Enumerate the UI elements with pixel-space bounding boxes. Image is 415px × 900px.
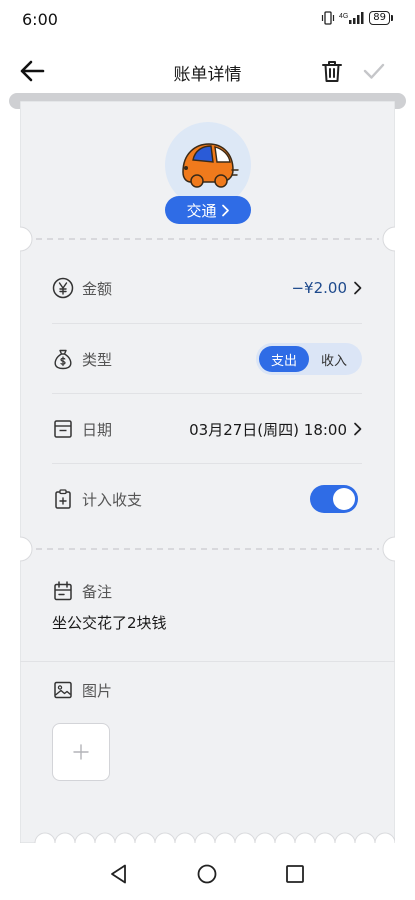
delete-button[interactable] [320,58,344,84]
trash-icon [322,61,342,82]
chevron-right-icon [354,422,362,436]
system-nav-bar [0,846,415,900]
nav-home-button[interactable] [195,862,219,886]
date-value-group[interactable]: 03月27日(周四) 18:00 [189,409,362,449]
car-icon [182,143,239,188]
app-header: 账单详情 [0,46,415,96]
type-toggle[interactable]: 支出 收入 [256,343,362,375]
nav-recents-button[interactable] [283,862,307,886]
yen-icon [52,277,74,299]
category-label: 交通 [186,201,217,220]
note-label: 备注 [82,582,113,601]
confirm-button[interactable] [360,58,388,84]
nav-back-button[interactable] [107,862,131,886]
note-text[interactable]: 坐公交花了2块钱 [52,612,167,633]
status-time: 6:00 [22,10,58,29]
date-value: 03月27日(周四) 18:00 [189,420,347,439]
check-icon [363,63,385,79]
chevron-right-icon [354,281,362,295]
type-label: 类型 [82,350,113,369]
photo-label: 图片 [82,681,113,700]
money-bag-icon [54,349,72,370]
date-row[interactable]: 日期 03月27日(周四) 18:00 [52,409,362,449]
include-toggle[interactable] [310,485,358,513]
amount-row[interactable]: 金额 −¥2.00 [52,268,362,308]
battery-icon: 89 [369,11,393,25]
include-row: 计入收支 [52,479,362,519]
battery-level: 89 [369,11,390,25]
plus-icon [73,744,89,760]
note-header: 备注 [52,571,362,611]
chevron-right-icon [221,204,229,216]
toggle-knob [333,488,355,510]
vibrate-icon [322,11,335,25]
notepad-icon [54,581,72,601]
type-option-expense[interactable]: 支出 [259,346,309,372]
divider [52,463,362,464]
status-icons: 4G 89 [321,11,393,25]
photo-header: 图片 [52,670,362,710]
image-icon [54,681,72,699]
type-row: 类型 支出 收入 [52,339,362,379]
status-bar: 6:00 4G 89 [0,0,415,40]
bill-card: 交通 金额 −¥2.00 类型 支出 收入 日期 03月27日(周四) 18:0… [20,101,395,843]
divider [52,323,362,324]
circle-home-icon [197,864,217,884]
amount-value: −¥2.00 [291,279,347,297]
svg-text:4G: 4G [339,13,348,20]
divider [20,661,395,662]
clipboard-icon [55,489,71,509]
category-button[interactable]: 交通 [165,196,251,224]
amount-label: 金额 [82,279,113,298]
calendar-icon [54,420,72,438]
include-label: 计入收支 [82,490,143,509]
add-photo-button[interactable] [52,723,110,781]
triangle-back-icon [111,864,126,884]
date-label: 日期 [82,420,113,439]
square-recents-icon [286,865,304,883]
page-title: 账单详情 [173,65,242,85]
divider [52,393,362,394]
amount-value-group[interactable]: −¥2.00 [291,268,362,308]
type-option-income[interactable]: 收入 [309,346,359,372]
signal-icon: 4G [339,12,364,24]
